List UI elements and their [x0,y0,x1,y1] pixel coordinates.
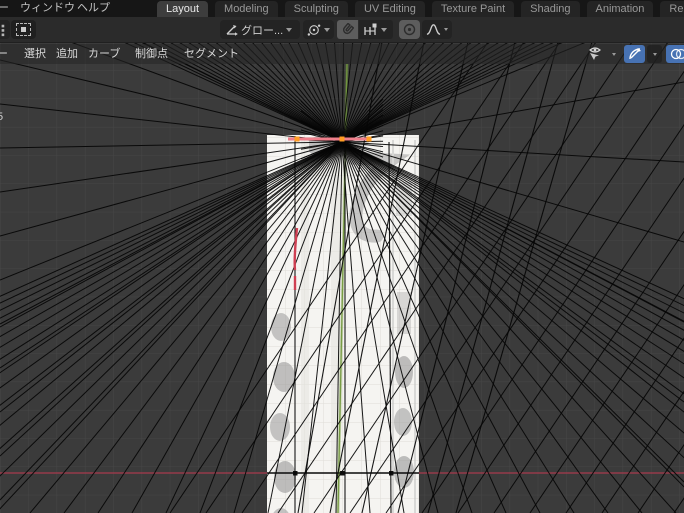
menu-help[interactable]: ヘルプ [77,1,110,16]
viewport-header: ー 選択 追加 カーブ 制御点 セグメント [0,44,684,64]
show-overlays-toggle[interactable] [666,45,684,63]
transform-orientation-dropdown[interactable]: グロー... [220,20,300,39]
magnet-icon [342,23,354,35]
orientation-label: グロー... [241,24,284,37]
editor-type-button[interactable] [0,20,10,39]
orientation-icon [226,25,238,36]
control-point[interactable] [294,136,300,142]
select-box-icon [16,23,31,36]
blender-window: 5 ー 選択 追加 カーブ 制御点 セグメント ー ウィンドウ ヘルプ Layo… [0,0,684,513]
viewport-info-fragment: 5 [0,111,4,123]
visibility-caret[interactable] [608,45,620,63]
menu-view-partial[interactable]: ー [0,46,8,62]
tab-sculpting[interactable]: Sculpting [284,1,348,17]
menu-window[interactable]: ウィンドウ [20,1,75,16]
proportional-editing-toggle[interactable] [399,20,420,39]
tab-shading[interactable]: Shading [521,1,580,17]
proportional-icon [403,23,416,36]
tab-uv-editing[interactable]: UV Editing [354,1,425,17]
object-visibility-dropdown[interactable] [584,45,608,63]
menu-curve[interactable]: カーブ [88,46,120,62]
control-point[interactable] [366,136,372,142]
pivot-point-dropdown[interactable] [303,20,334,39]
gizmo-icon [628,48,641,60]
smooth-falloff-icon [426,24,441,35]
3d-viewport[interactable] [0,0,684,513]
tab-rendering[interactable]: Rendering [660,1,684,17]
topbar: ー ウィンドウ ヘルプ Layout Modeling Sculpting UV… [0,0,684,17]
snap-target-dropdown[interactable] [359,20,393,39]
tab-modeling[interactable]: Modeling [215,1,278,17]
viewport-canvas[interactable] [0,0,684,513]
workspace-tabs: Layout Modeling Sculpting UV Editing Tex… [157,1,684,17]
menu-render-partial[interactable]: ー [0,1,9,16]
editor-type-icon [1,24,5,36]
gizmo-caret[interactable] [647,45,662,63]
show-gizmo-toggle[interactable] [624,45,645,63]
tab-texture-paint[interactable]: Texture Paint [431,1,515,17]
tab-layout[interactable]: Layout [157,1,209,17]
overlays-icon [670,48,684,60]
pivot-point-icon [307,23,321,36]
menu-control-points[interactable]: 制御点 [135,46,168,62]
control-point[interactable] [339,136,345,142]
tab-animation[interactable]: Animation [586,1,654,17]
menu-add[interactable]: 追加 [56,46,78,62]
snap-increment-icon [364,23,377,35]
menu-select[interactable]: 選択 [24,46,46,62]
eye-pointer-icon [589,47,601,60]
select-box-tool-button[interactable] [11,20,36,39]
snap-toggle[interactable] [337,20,358,39]
tool-settings-bar: グロー... [0,17,684,43]
falloff-dropdown[interactable] [422,20,452,39]
menu-segments[interactable]: セグメント [184,46,239,62]
